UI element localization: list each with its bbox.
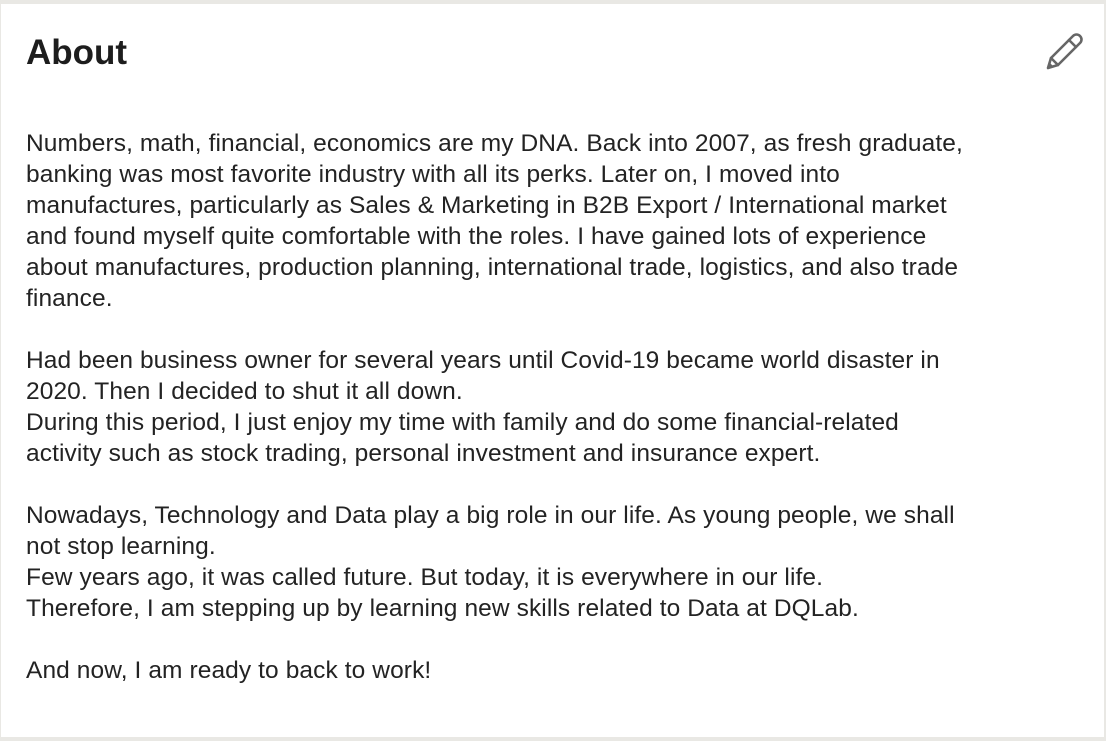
paragraph: Had been business owner for several year…: [26, 345, 1086, 469]
text-line: banking was most favorite industry with …: [26, 161, 840, 188]
paragraph: Numbers, math, financial, economics are …: [26, 128, 1086, 314]
paragraph: And now, I am ready to back to work!: [26, 655, 1086, 686]
text-line: During this period, I just enjoy my time…: [26, 409, 899, 436]
about-card: About Numbers, math, financial, economic…: [1, 4, 1104, 737]
text-line: and found myself quite comfortable with …: [26, 223, 927, 250]
text-line: Few years ago, it was called future. But…: [26, 564, 824, 591]
text-line: 2020. Then I decided to shut it all down…: [26, 378, 463, 405]
text-line: manufactures, particularly as Sales & Ma…: [26, 192, 947, 219]
pencil-icon: [1046, 33, 1083, 70]
text-line: not stop learning.: [26, 533, 216, 560]
text-line: Nowadays, Technology and Data play a big…: [26, 502, 955, 529]
section-title: About: [26, 33, 128, 72]
text-line: Had been business owner for several year…: [26, 347, 940, 374]
paragraph: Nowadays, Technology and Data play a big…: [26, 500, 1086, 624]
text-line: activity such as stock trading, personal…: [26, 440, 821, 467]
text-line: Numbers, math, financial, economics are …: [26, 130, 963, 157]
about-description: Numbers, math, financial, economics are …: [26, 128, 1086, 717]
text-line: Therefore, I am stepping up by learning …: [26, 595, 859, 622]
text-line: finance.: [26, 285, 113, 312]
text-line: And now, I am ready to back to work!: [26, 657, 432, 684]
text-line: about manufactures, production planning,…: [26, 254, 959, 281]
edit-button[interactable]: [1042, 30, 1086, 74]
